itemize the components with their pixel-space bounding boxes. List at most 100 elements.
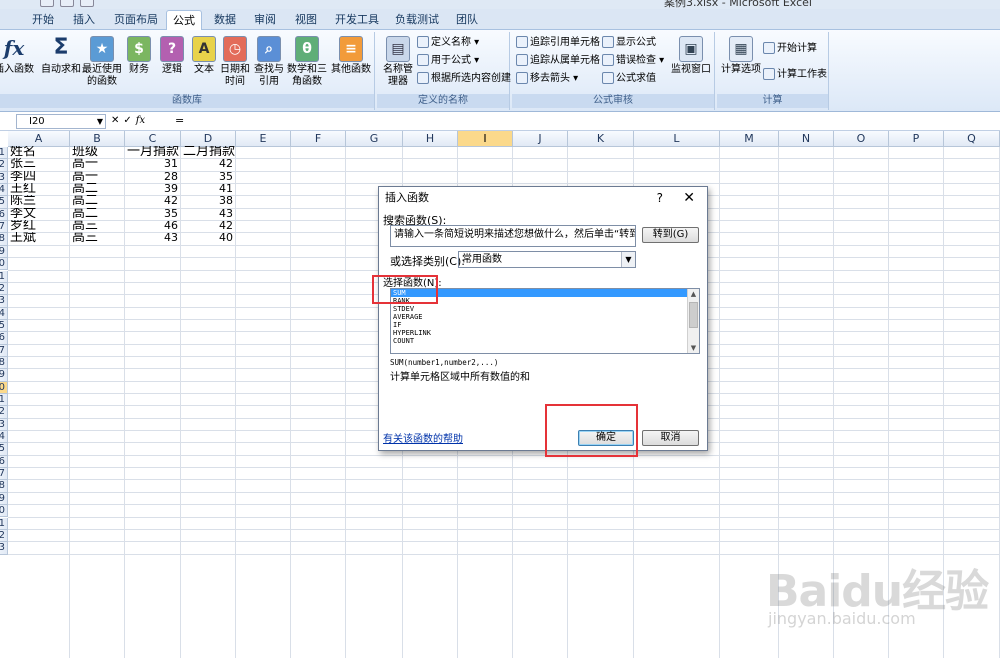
cancel-icon[interactable]: ✕ [111,114,119,128]
row-header[interactable]: 12 [0,282,8,296]
datetime-button[interactable]: ◷ 日期和时间 [218,34,252,94]
category-select[interactable]: 常用函数 ▼ [458,251,636,268]
column-header[interactable]: D [181,131,236,147]
table-cell[interactable]: 42 [125,195,178,207]
column-header[interactable]: N [779,131,834,147]
list-item[interactable]: IF [391,321,699,329]
search-input[interactable]: 请输入一条简短说明来描述您想做什么，然后单击“转到” [390,225,636,247]
table-cell[interactable]: 42 [181,158,233,170]
table-cell[interactable]: 39 [125,183,178,195]
recent-functions-button[interactable]: ★ 最近使用的函数 [82,34,122,94]
enter-icon[interactable]: ✓ [123,114,131,128]
row-header[interactable]: 15 [0,319,8,333]
row-header[interactable]: 8 [0,233,8,246]
math-button[interactable]: θ 数学和三角函数 [286,34,328,94]
list-item[interactable]: RANK [391,297,699,305]
formula-input[interactable]: = [171,114,1000,129]
column-header[interactable]: E [236,131,291,147]
row-header[interactable]: 32 [0,529,8,543]
tab-review[interactable]: 审阅 [248,12,282,30]
row-header[interactable]: 27 [0,468,8,481]
quick-access-toolbar[interactable] [40,0,130,7]
table-cell[interactable]: 35 [125,208,178,220]
tab-data[interactable]: 数据 [208,12,242,30]
list-item[interactable]: AVERAGE [391,313,699,321]
error-checking-button[interactable]: 错误检查 ▾ [602,52,664,70]
logical-button[interactable]: ? 逻辑 [156,34,188,94]
column-header[interactable]: J [513,131,568,147]
help-icon[interactable]: ? [657,187,663,209]
table-cell[interactable]: 38 [181,195,233,207]
table-cell[interactable]: 二月捐款 [183,146,298,158]
table-cell[interactable]: 40 [181,232,233,244]
scroll-thumb[interactable] [689,302,698,328]
column-header[interactable]: P [889,131,944,147]
tab-insert[interactable]: 插入 [66,12,102,30]
row-header[interactable]: 33 [0,542,8,555]
fx-insert-icon[interactable]: fx [136,114,145,128]
define-name-button[interactable]: 定义名称 ▾ [417,34,479,52]
insert-function-button[interactable]: fx 插入函数 [0,34,38,94]
calc-sheet-button[interactable]: 计算工作表 [763,66,827,84]
table-cell[interactable]: 42 [181,220,233,232]
tab-developer[interactable]: 开发工具 [332,12,382,30]
row-header[interactable]: 16 [0,332,8,345]
scroll-down-icon[interactable]: ▼ [688,343,699,353]
column-header[interactable]: K [568,131,634,147]
row-header[interactable]: 6 [0,208,8,222]
name-box[interactable]: I20 ▼ [16,114,106,129]
column-header[interactable]: G [346,131,403,147]
evaluate-formula-button[interactable]: 公式求值 [602,70,656,88]
scroll-up-icon[interactable]: ▲ [688,289,699,299]
row-header[interactable]: 22 [0,406,8,419]
list-item[interactable]: SUM [391,289,699,297]
lookup-button[interactable]: ⌕ 查找与引用 [252,34,286,94]
table-cell[interactable]: 43 [125,232,178,244]
table-cell[interactable]: 35 [181,171,233,183]
row-header[interactable]: 21 [0,394,8,407]
row-header[interactable]: 3 [0,171,8,185]
row-header[interactable]: 18 [0,356,8,370]
table-cell[interactable]: 31 [125,158,178,170]
function-list[interactable]: SUM RANK STDEV AVERAGE IF HYPERLINK COUN… [390,288,700,354]
row-header[interactable]: 28 [0,480,8,493]
list-item[interactable]: STDEV [391,305,699,313]
row-header[interactable]: 9 [0,245,8,259]
calc-options-button[interactable]: ▦ 计算选项 [719,34,763,94]
row-header[interactable]: 25 [0,443,8,456]
show-formulas-button[interactable]: 显示公式 [602,34,656,52]
remove-arrows-button[interactable]: 移去箭头 ▾ [516,70,578,88]
more-functions-button[interactable]: ≡ 其他函数 [330,34,372,94]
trace-precedents-button[interactable]: 追踪引用单元格 [516,34,600,52]
row-header[interactable]: 17 [0,344,8,357]
trace-dependents-button[interactable]: 追踪从属单元格 [516,52,600,70]
row-header[interactable]: 10 [0,258,8,271]
row-header[interactable]: 23 [0,418,8,432]
list-item[interactable]: HYPERLINK [391,329,699,337]
redo-icon[interactable] [80,0,94,7]
row-header[interactable]: 2 [0,159,8,172]
help-link[interactable]: 有关该函数的帮助 [383,430,463,445]
row-header[interactable]: 31 [0,517,8,530]
column-header[interactable]: O [834,131,889,147]
row-header[interactable]: 20 [0,381,8,394]
tab-page-layout[interactable]: 页面布局 [108,12,164,30]
column-header[interactable]: H [403,131,458,147]
table-cell[interactable]: 43 [181,208,233,220]
row-header[interactable]: 11 [0,270,8,283]
row-header[interactable]: 24 [0,431,8,444]
row-header[interactable]: 5 [0,196,8,209]
row-header[interactable]: 1 [0,147,8,160]
tab-team[interactable]: 团队 [451,12,483,30]
table-cell[interactable]: 46 [125,220,178,232]
list-scrollbar[interactable]: ▲ ▼ [687,289,699,353]
name-manager-button[interactable]: ▤ 名称管理器 [379,34,417,94]
row-header[interactable]: 19 [0,369,8,382]
save-icon[interactable] [40,0,54,7]
watch-window-button[interactable]: ▣ 监视窗口 [669,34,713,94]
cancel-button[interactable]: 取消 [642,430,699,446]
tab-home[interactable]: 开始 [26,12,60,30]
column-header[interactable]: Q [944,131,1000,147]
use-in-formula-button[interactable]: 用于公式 ▾ [417,52,479,70]
column-header[interactable]: M [720,131,779,147]
